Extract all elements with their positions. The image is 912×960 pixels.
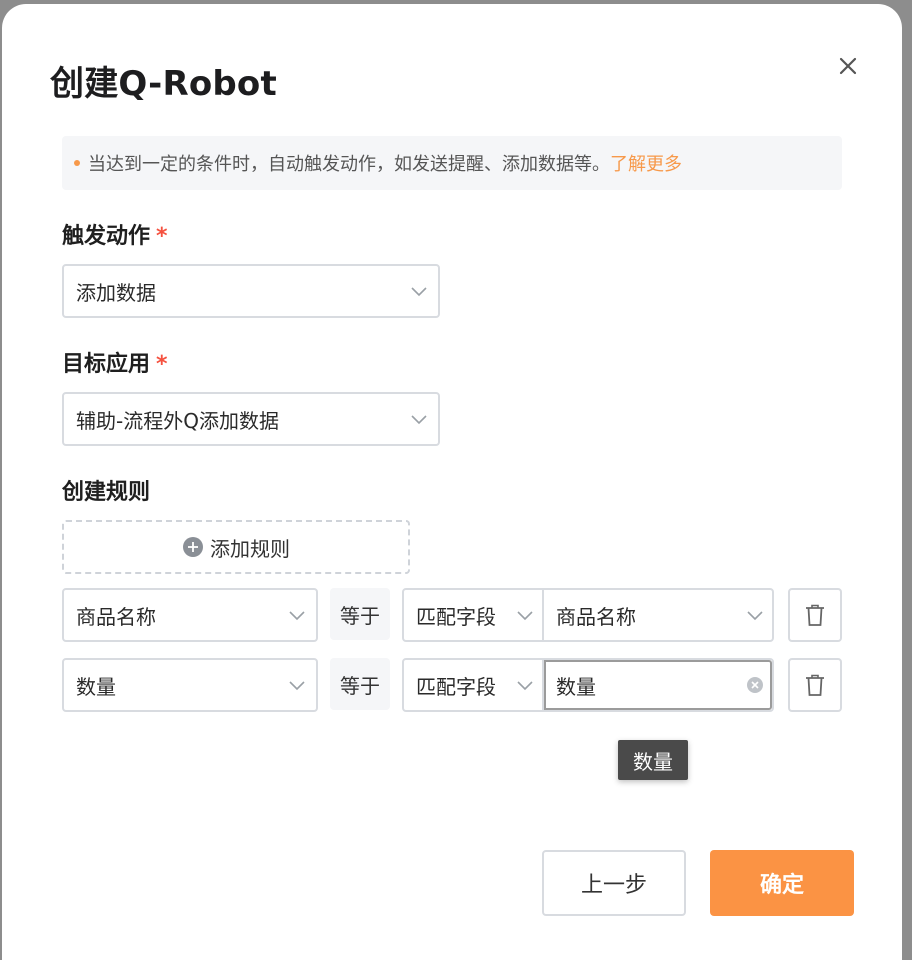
rule-field-select[interactable]: 数量 [62, 658, 318, 712]
dialog-title: 创建Q-Robot [50, 64, 277, 104]
delete-rule-button[interactable] [788, 658, 842, 712]
chevron-down-icon [411, 415, 427, 425]
close-icon[interactable] [834, 52, 862, 80]
match-value: 商品名称 [556, 604, 636, 629]
match-value-select[interactable]: 数量 [544, 660, 772, 710]
rule-operator: 等于 [330, 658, 390, 710]
add-rule-button[interactable]: 添加规则 [62, 520, 410, 574]
match-type-select[interactable]: 匹配字段 [404, 660, 544, 710]
required-mark: * [156, 224, 168, 249]
target-app-label: 目标应用 * [62, 346, 168, 378]
learn-more-link[interactable]: 了解更多 [610, 150, 682, 176]
notice-banner: 当达到一定的条件时，自动触发动作，如发送提醒、添加数据等。 了解更多 [62, 136, 842, 190]
trigger-action-select[interactable]: 添加数据 [62, 264, 440, 318]
rule-field-value: 数量 [76, 674, 116, 699]
chevron-down-icon [517, 681, 533, 691]
bullet-dot-icon [74, 160, 80, 166]
match-type-value: 匹配字段 [416, 604, 496, 629]
notice-text: 当达到一定的条件时，自动触发动作，如发送提醒、添加数据等。 [88, 154, 610, 175]
chevron-down-icon [411, 287, 427, 297]
trigger-action-label: 触发动作 * [62, 218, 168, 250]
add-rule-label: 添加规则 [210, 536, 290, 561]
trigger-action-value: 添加数据 [76, 280, 156, 305]
trash-icon [806, 674, 824, 696]
previous-step-button[interactable]: 上一步 [542, 850, 686, 916]
create-robot-dialog: 创建Q-Robot 当达到一定的条件时，自动触发动作，如发送提醒、添加数据等。 … [2, 4, 902, 960]
plus-circle-icon [183, 537, 203, 557]
rule-operator: 等于 [330, 588, 390, 640]
delete-rule-button[interactable] [788, 588, 842, 642]
rule-field-value: 商品名称 [76, 604, 156, 629]
target-app-label-text: 目标应用 [62, 352, 151, 377]
chevron-down-icon [289, 611, 305, 621]
chevron-down-icon [747, 611, 763, 621]
rule-match-group: 匹配字段 商品名称 [402, 588, 774, 642]
trigger-action-label-text: 触发动作 [62, 224, 151, 249]
rule-field-select[interactable]: 商品名称 [62, 588, 318, 642]
match-value-select[interactable]: 商品名称 [544, 590, 772, 640]
match-type-value: 匹配字段 [416, 674, 496, 699]
chevron-down-icon [289, 681, 305, 691]
chevron-down-icon [517, 611, 533, 621]
target-app-select[interactable]: 辅助-流程外Q添加数据 [62, 392, 440, 446]
match-value: 数量 [556, 674, 596, 699]
trash-icon [806, 604, 824, 626]
rule-match-group: 匹配字段 数量 [402, 658, 774, 712]
confirm-button[interactable]: 确定 [710, 850, 854, 916]
clear-circle-icon[interactable] [746, 676, 764, 694]
create-rules-label: 创建规则 [62, 480, 151, 505]
match-type-select[interactable]: 匹配字段 [404, 590, 544, 640]
required-mark: * [156, 352, 168, 377]
tooltip: 数量 [618, 740, 688, 780]
target-app-value: 辅助-流程外Q添加数据 [76, 408, 279, 433]
